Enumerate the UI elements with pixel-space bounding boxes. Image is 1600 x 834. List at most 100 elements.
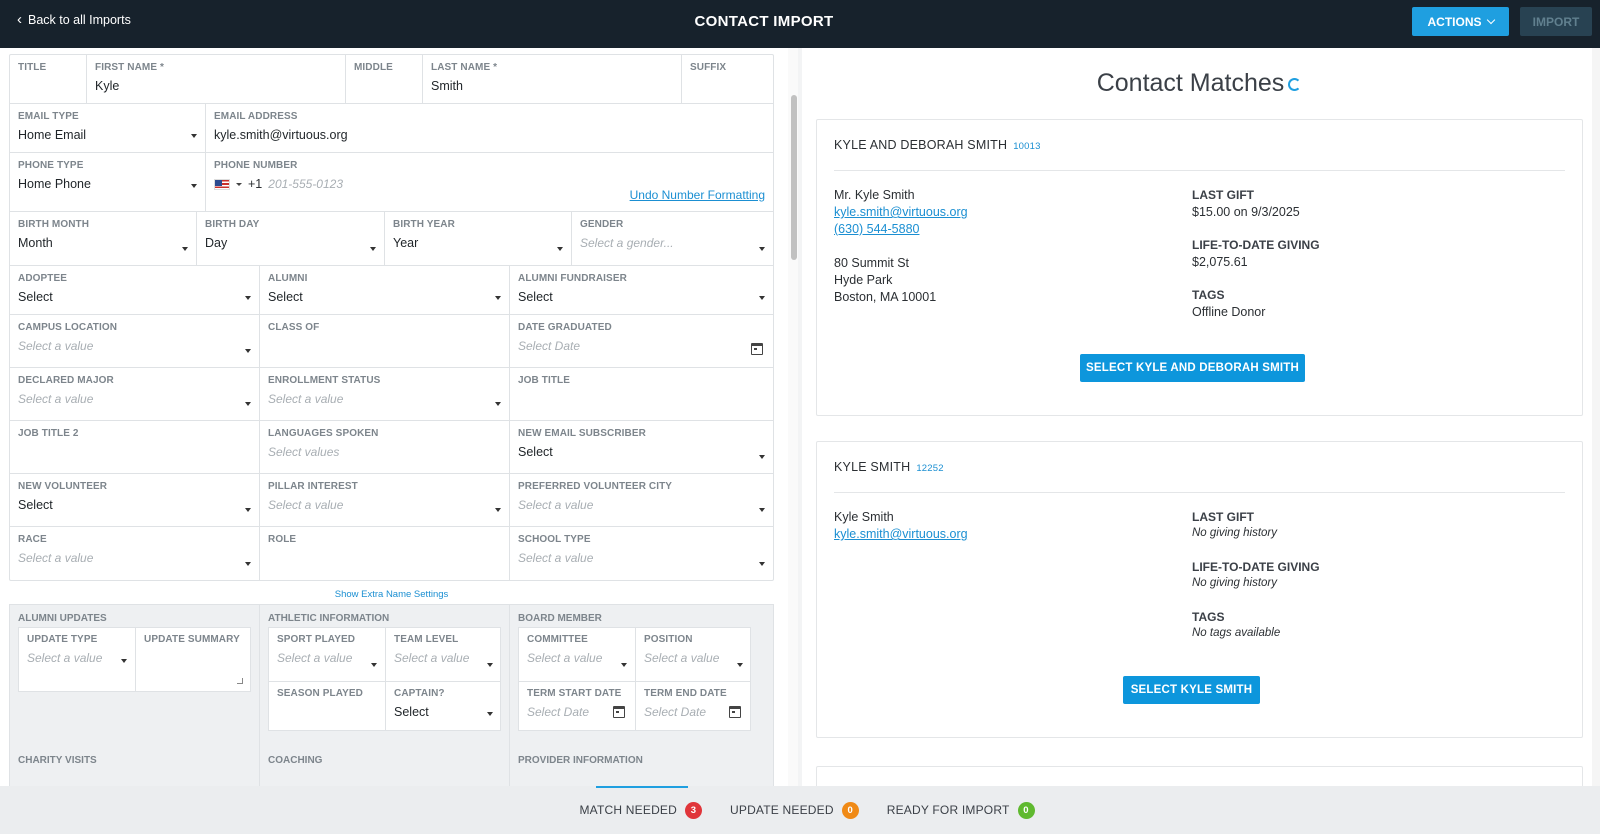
sport-played-placeholder: Select a value (277, 651, 353, 665)
middle-name-field[interactable]: MIDDLE (346, 55, 423, 103)
phone-number-field[interactable]: PHONE NUMBER +1 201-555-0123 Undo Number… (206, 153, 773, 211)
update-summary-field[interactable]: UPDATE SUMMARY (136, 628, 251, 691)
dropdown-caret-icon (121, 659, 127, 663)
page-title: CONTACT IMPORT (694, 13, 834, 30)
job-title-2-field[interactable]: JOB TITLE 2 (10, 421, 260, 473)
contact-matches-panel: Contact Matches KYLE AND DEBORAH SMITH 10… (802, 48, 1600, 786)
refresh-icon[interactable] (1288, 77, 1302, 91)
preferred-volunteer-city-select[interactable]: PREFERRED VOLUNTEER CITY Select a value (510, 474, 773, 526)
ready-for-import-status[interactable]: READY FOR IMPORT 0 (873, 801, 1035, 819)
position-select[interactable]: POSITION Select a value (636, 628, 751, 682)
match-card: KYLE SMITH 12252 Kyle Smith kyle.smith@vi… (816, 441, 1583, 738)
charity-visits-title: CHARITY VISITS (18, 755, 97, 766)
tags-value: No tags available (1192, 627, 1281, 639)
preferred-volunteer-city-label: PREFERRED VOLUNTEER CITY (518, 481, 673, 492)
job-title-field[interactable]: JOB TITLE (510, 368, 773, 420)
languages-spoken-field[interactable]: LANGUAGES SPOKEN Select values (260, 421, 510, 473)
match-needed-status[interactable]: MATCH NEEDED 3 (565, 801, 702, 819)
match-full-name: Mr. Kyle Smith (834, 188, 915, 202)
tags-label: TAGS (1192, 288, 1225, 302)
campus-location-placeholder: Select a value (18, 339, 94, 353)
dropdown-caret-icon (737, 663, 743, 667)
country-caret-icon[interactable] (236, 182, 242, 186)
calendar-icon[interactable] (751, 343, 763, 355)
role-field[interactable]: ROLE (260, 527, 510, 580)
match-name-heading: KYLE AND DEBORAH SMITH 10013 (834, 138, 1041, 152)
race-label: RACE (18, 534, 47, 545)
match-name-heading: KYLE SMITH 12252 (834, 460, 944, 474)
birth-day-select[interactable]: BIRTH DAY Day (197, 212, 385, 265)
contact-form: TITLE FIRST NAME * Kyle MIDDLE LAST NAME… (9, 54, 774, 581)
title-field[interactable]: TITLE (10, 55, 87, 103)
school-type-select[interactable]: SCHOOL TYPE Select a value (510, 527, 773, 580)
phone-type-select[interactable]: PHONE TYPE Home Phone (10, 153, 206, 211)
match-email-link[interactable]: kyle.smith@virtuous.org (834, 204, 968, 221)
calendar-icon[interactable] (729, 706, 741, 718)
resize-handle-icon[interactable] (237, 678, 243, 684)
pillar-interest-select[interactable]: PILLAR INTEREST Select a value (260, 474, 510, 526)
match-id-link[interactable]: 12252 (916, 463, 943, 474)
email-type-value: Home Email (18, 128, 87, 142)
term-start-date-field[interactable]: TERM START DATE Select Date (519, 682, 636, 730)
update-type-label: UPDATE TYPE (27, 634, 98, 645)
match-id-link[interactable]: 10013 (1013, 141, 1040, 152)
ready-for-import-label: READY FOR IMPORT (886, 803, 1010, 817)
alumni-select[interactable]: ALUMNI Select (260, 266, 510, 314)
dropdown-caret-icon (487, 712, 493, 716)
alumni-fundraiser-select[interactable]: ALUMNI FUNDRAISER Select (510, 266, 773, 314)
athletic-information-title: ATHLETIC INFORMATION (268, 613, 390, 624)
alumni-updates-box: UPDATE TYPE Select a value UPDATE SUMMAR… (18, 627, 251, 692)
campus-location-select[interactable]: CAMPUS LOCATION Select a value (10, 315, 260, 367)
gender-select[interactable]: GENDER Select a gender... (572, 212, 773, 265)
sport-played-select[interactable]: SPORT PLAYED Select a value (269, 628, 386, 682)
select-kyle-smith-button[interactable]: SELECT KYLE SMITH (1123, 676, 1260, 704)
new-volunteer-select[interactable]: NEW VOLUNTEER Select (10, 474, 260, 526)
import-button[interactable]: IMPORT (1520, 7, 1592, 36)
birth-year-select[interactable]: BIRTH YEAR Year (385, 212, 572, 265)
left-scrollbar-thumb[interactable] (791, 95, 797, 260)
alumni-updates-title: ALUMNI UPDATES (18, 613, 107, 624)
update-type-placeholder: Select a value (27, 651, 103, 665)
email-address-field[interactable]: EMAIL ADDRESS kyle.smith@virtuous.org (206, 104, 773, 152)
preferred-volunteer-city-placeholder: Select a value (518, 498, 594, 512)
custom-collections: ALUMNI UPDATES UPDATE TYPE Select a valu… (9, 604, 774, 786)
last-gift-stat: LAST GIFT No giving history (1192, 510, 1277, 539)
committee-select[interactable]: COMMITTEE Select a value (519, 628, 636, 682)
race-placeholder: Select a value (18, 551, 94, 565)
email-type-select[interactable]: EMAIL TYPE Home Email (10, 104, 206, 152)
team-level-select[interactable]: TEAM LEVEL Select a value (386, 628, 501, 682)
top-bar: ‹ Back to all Imports CONTACT IMPORT ACT… (0, 0, 1600, 48)
first-name-field[interactable]: FIRST NAME * Kyle (87, 55, 346, 103)
card-divider (834, 170, 1565, 171)
term-end-date-field[interactable]: TERM END DATE Select Date (636, 682, 751, 730)
race-select[interactable]: RACE Select a value (10, 527, 260, 580)
new-email-subscriber-select[interactable]: NEW EMAIL SUBSCRIBER Select (510, 421, 773, 473)
class-of-field[interactable]: CLASS OF (260, 315, 510, 367)
suffix-field[interactable]: SUFFIX (682, 55, 773, 103)
adoptee-label: ADOPTEE (18, 273, 68, 284)
show-extra-name-settings-link[interactable]: Show Extra Name Settings (9, 589, 774, 600)
calendar-icon[interactable] (613, 706, 625, 718)
match-phone-link[interactable]: (630) 544-5880 (834, 221, 968, 238)
adoptee-select[interactable]: ADOPTEE Select (10, 266, 260, 314)
match-email-link[interactable]: kyle.smith@virtuous.org (834, 526, 968, 543)
gender-placeholder: Select a gender... (580, 236, 674, 250)
right-scrollbar-track[interactable] (1592, 48, 1600, 786)
last-name-field[interactable]: LAST NAME * Smith (423, 55, 682, 103)
position-label: POSITION (644, 634, 693, 645)
birth-month-select[interactable]: BIRTH MONTH Month (10, 212, 197, 265)
actions-button[interactable]: ACTIONS (1412, 7, 1509, 36)
date-graduated-field[interactable]: DATE GRADUATED Select Date (510, 315, 773, 367)
enrollment-status-select[interactable]: ENROLLMENT STATUS Select a value (260, 368, 510, 420)
season-played-field[interactable]: SEASON PLAYED (269, 682, 386, 730)
update-type-select[interactable]: UPDATE TYPE Select a value (19, 628, 136, 691)
class-of-label: CLASS OF (268, 322, 320, 333)
captain-select[interactable]: CAPTAIN? Select (386, 682, 501, 730)
select-kyle-and-deborah-smith-button[interactable]: SELECT KYLE AND DEBORAH SMITH (1080, 354, 1305, 382)
update-needed-status[interactable]: UPDATE NEEDED 0 (716, 801, 859, 819)
us-flag-icon[interactable] (214, 178, 230, 190)
undo-number-formatting-link[interactable]: Undo Number Formatting (630, 188, 765, 202)
declared-major-select[interactable]: DECLARED MAJOR Select a value (10, 368, 260, 420)
dropdown-caret-icon (557, 247, 563, 251)
dropdown-caret-icon (182, 247, 188, 251)
